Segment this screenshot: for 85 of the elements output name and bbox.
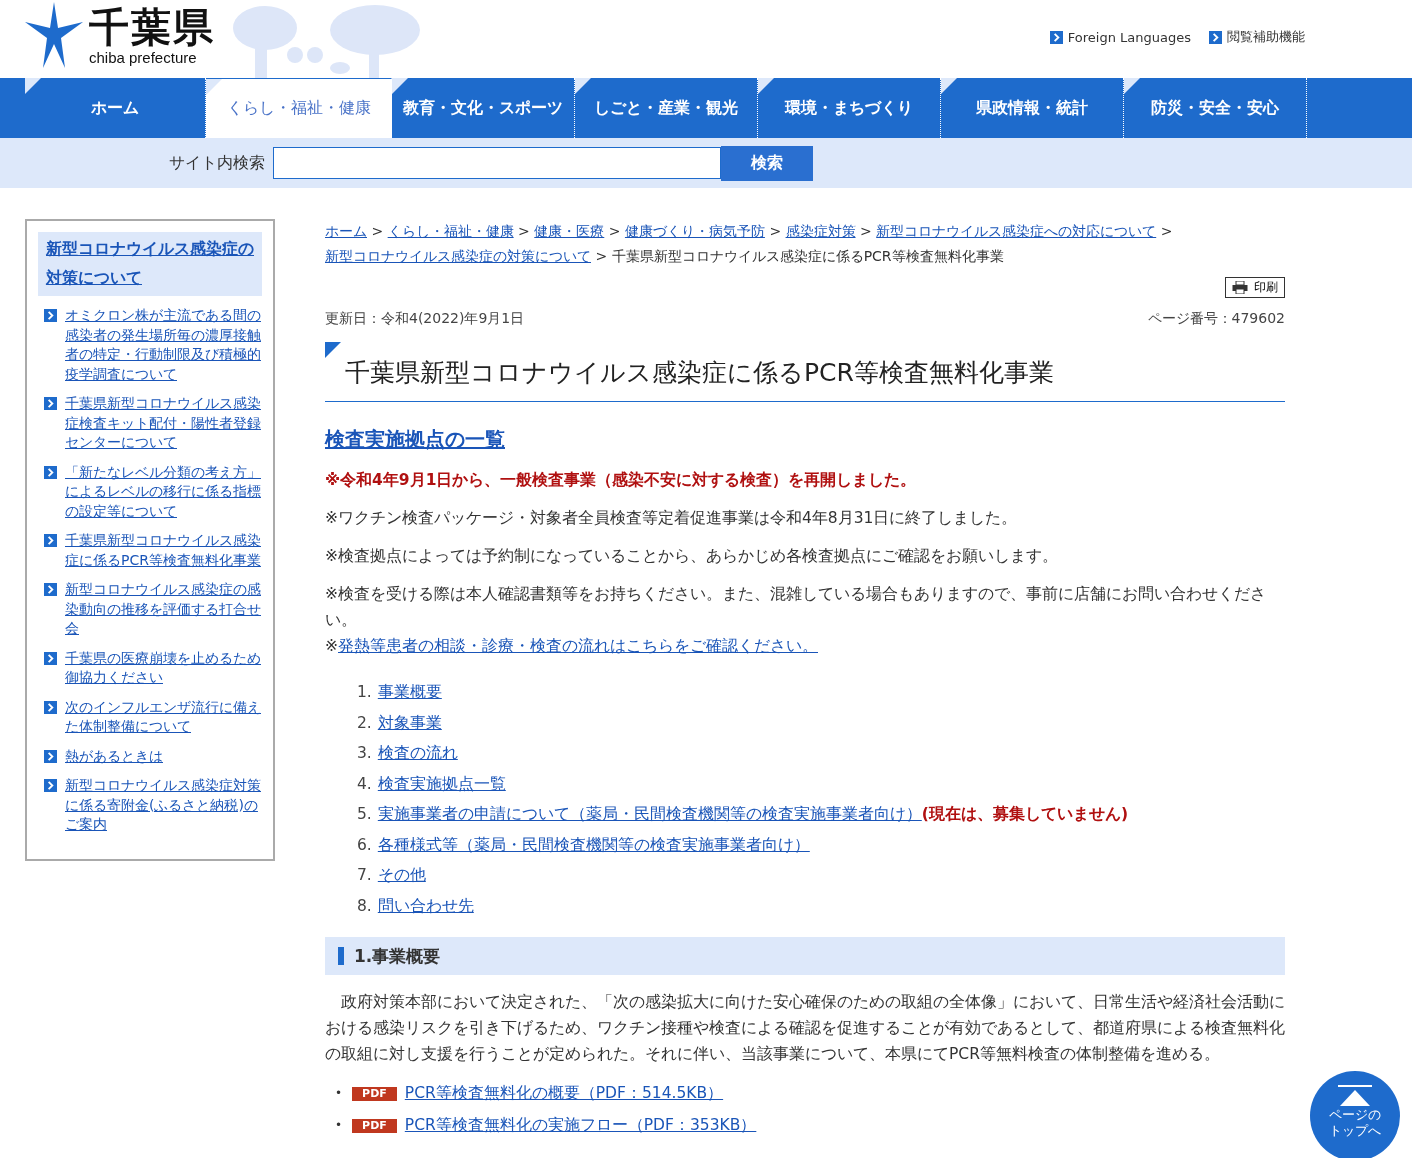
up-arrow-icon [1338,1085,1372,1107]
page-title: 千葉県新型コロナウイルス感染症に係るPCR等検査無料化事業 [345,357,1055,389]
breadcrumb-current: 千葉県新型コロナウイルス感染症に係るPCR等検査無料化事業 [611,248,1004,264]
logo-subtitle: chiba prefecture [89,48,198,66]
toc-link[interactable]: 検査実施拠点一覧 [377,774,506,793]
sidebar-link[interactable]: 次のインフルエンザ流行に備えた体制整備について [65,697,262,737]
toc-link[interactable]: 対象事業 [377,713,442,732]
toc-link[interactable]: 検査の流れ [377,744,458,762]
toc-note: (現在は、募集していません) [921,805,1128,823]
chevron-icon [44,700,57,714]
pdf-badge: PDF [352,1086,397,1101]
section-paragraph: 政府対策本部において決定された、「次の感染拡大に向けた安心確保のための取組の全体像」において、日常生活や経済社会活動における感染リスクを引き下げるため、ワクチン接種や検査による確認を促進することが有効であるとして、都道府県による検査無料化の取組に対し支援を行うことが定められた。それに伴い、当該事業について、本県にてPCR等無料検査の体制整備を進める。 [325,992,1285,1065]
notice-link[interactable]: 発熱等患者の相談・診療・検査の流れはこちらをご確認ください。 [338,637,818,655]
bullet: • [335,1117,343,1134]
sidebar-link[interactable]: 千葉県新型コロナウイルス感染症に係るPCR等検査無料化事業 [65,531,262,570]
toc-link[interactable]: 問い合わせ先 [377,896,474,915]
list-number: 3. [357,743,372,764]
updated-date: 更新日：令和4(2022)年9月1日 [325,310,525,328]
sidebar-link[interactable]: 千葉県の医療崩壊を止めるため御協力ください [65,648,262,688]
breadcrumb-separator: > [1160,223,1173,239]
chevron-icon [44,779,57,792]
breadcrumb-link[interactable]: 新型コロナウイルス感染症の対策について [325,244,591,269]
sidebar-link[interactable]: 新型コロナウイルス感染症対策に係る寄附金(ふるさと納税)のご案内 [65,776,262,835]
list-number: 8. [357,895,372,917]
file-link[interactable]: PCR等検査無料化の概要（PDF：514.5KB） [404,1078,724,1109]
back-to-top-button[interactable]: ページの トップへ [1310,1071,1400,1158]
chevron-icon [1209,30,1222,44]
logo-star-icon [25,2,83,68]
breadcrumb-link[interactable]: 新型コロナウイルス感染症への対応について [876,219,1157,244]
breadcrumb-separator: > [860,223,872,239]
chevron-icon [1049,30,1063,44]
section-heading: 1.事業概要 [354,944,441,968]
chevron-icon [44,651,57,665]
breadcrumb-link[interactable]: 健康・医療 [534,219,605,244]
breadcrumb-link[interactable]: 健康づくり・病気予防 [624,219,765,244]
file-link[interactable]: PCR等検査無料化の実施フロー（PDF：353KB） [404,1110,757,1141]
corner-icon [325,342,341,358]
print-button[interactable]: 印刷 [1225,277,1285,298]
utility-link[interactable]: 閲覧補助機能 [1209,28,1305,46]
toc-link[interactable]: 各種様式等（薬局・民間検査機関等の検査実施事業者向け） [377,835,810,854]
list-number: 2. [357,712,372,734]
chevron-icon [44,749,57,763]
chevron-icon [44,534,57,547]
breadcrumb-separator: > [608,223,621,239]
list-number: 7. [357,865,372,886]
notice-mark: ※ [325,637,338,655]
pdf-badge: PDF [352,1118,397,1133]
utility-link[interactable]: Foreign Languages [1049,28,1191,46]
sidebar-link[interactable]: 「新たなレベル分類の考え方」によるレベルの移行に係る指標の設定等について [65,462,262,521]
printer-icon [1232,281,1248,294]
list-number: 4. [357,773,372,795]
breadcrumb-separator: > [371,223,384,239]
chevron-icon [44,397,57,410]
logo-title: 千葉県 [89,4,215,49]
heading-accent-bar [338,947,344,965]
breadcrumb-separator: > [518,223,530,239]
search-label: サイト内検索 [169,152,265,174]
list-number: 5. [357,804,372,825]
breadcrumb-link[interactable]: くらし・福祉・健康 [387,219,514,244]
toc-link[interactable]: その他 [377,866,426,884]
toc-link[interactable]: 実施事業者の申請について（薬局・民間検査機関等の検査実施事業者向け） [377,805,922,823]
bullet: • [335,1085,343,1102]
section-link[interactable]: 検査実施拠点の一覧 [325,426,505,453]
search-button[interactable]: 検索 [721,145,813,181]
nav-tab[interactable]: くらし・福祉・健康 [206,78,392,138]
page-number: ページ番号：479602 [1147,310,1285,328]
notice-text: ※検査を受ける際は本人確認書類等をお持ちください。また、混雑している場合もありますので、事前に店舗にお問い合わせください。 [325,584,1267,631]
notice-text: ※ワクチン検査パッケージ・対象者全員検査等定着促進事業は令和4年8月31日に終了しました。 [325,508,1019,529]
list-number: 6. [357,834,372,856]
chevron-icon [44,583,57,596]
sidebar-link[interactable]: 新型コロナウイルス感染症の感染動向の推移を評価する打合せ会 [65,580,262,639]
breadcrumb-link[interactable]: 感染症対策 [785,219,856,244]
sidebar-link[interactable]: オミクロン株が主流である間の感染者の発生場所毎の濃厚接触者の特定・行動制限及び積極的疫学調査について [65,306,262,384]
chevron-icon [44,465,57,479]
sidebar-link[interactable]: 千葉県新型コロナウイルス感染症検査キット配付・陽性者登録センターについて [65,394,262,453]
breadcrumb-separator: > [595,248,608,264]
chevron-icon [44,309,57,322]
notice-text: ※検査拠点によっては予約制になっていることから、あらかじめ各検査拠点にご確認をお願いします。 [325,546,1059,567]
sidebar-link[interactable]: 熱があるときは [65,746,163,766]
toc-link[interactable]: 事業概要 [377,683,442,701]
list-number: 1. [357,682,372,703]
breadcrumb-separator: > [769,223,782,239]
breadcrumb-link[interactable]: ホーム [325,219,367,244]
alert-text: ※令和4年9月1日から、一般検査事業（感染不安に対する検査）を再開しました。 [325,470,918,491]
search-field[interactable] [273,147,721,179]
